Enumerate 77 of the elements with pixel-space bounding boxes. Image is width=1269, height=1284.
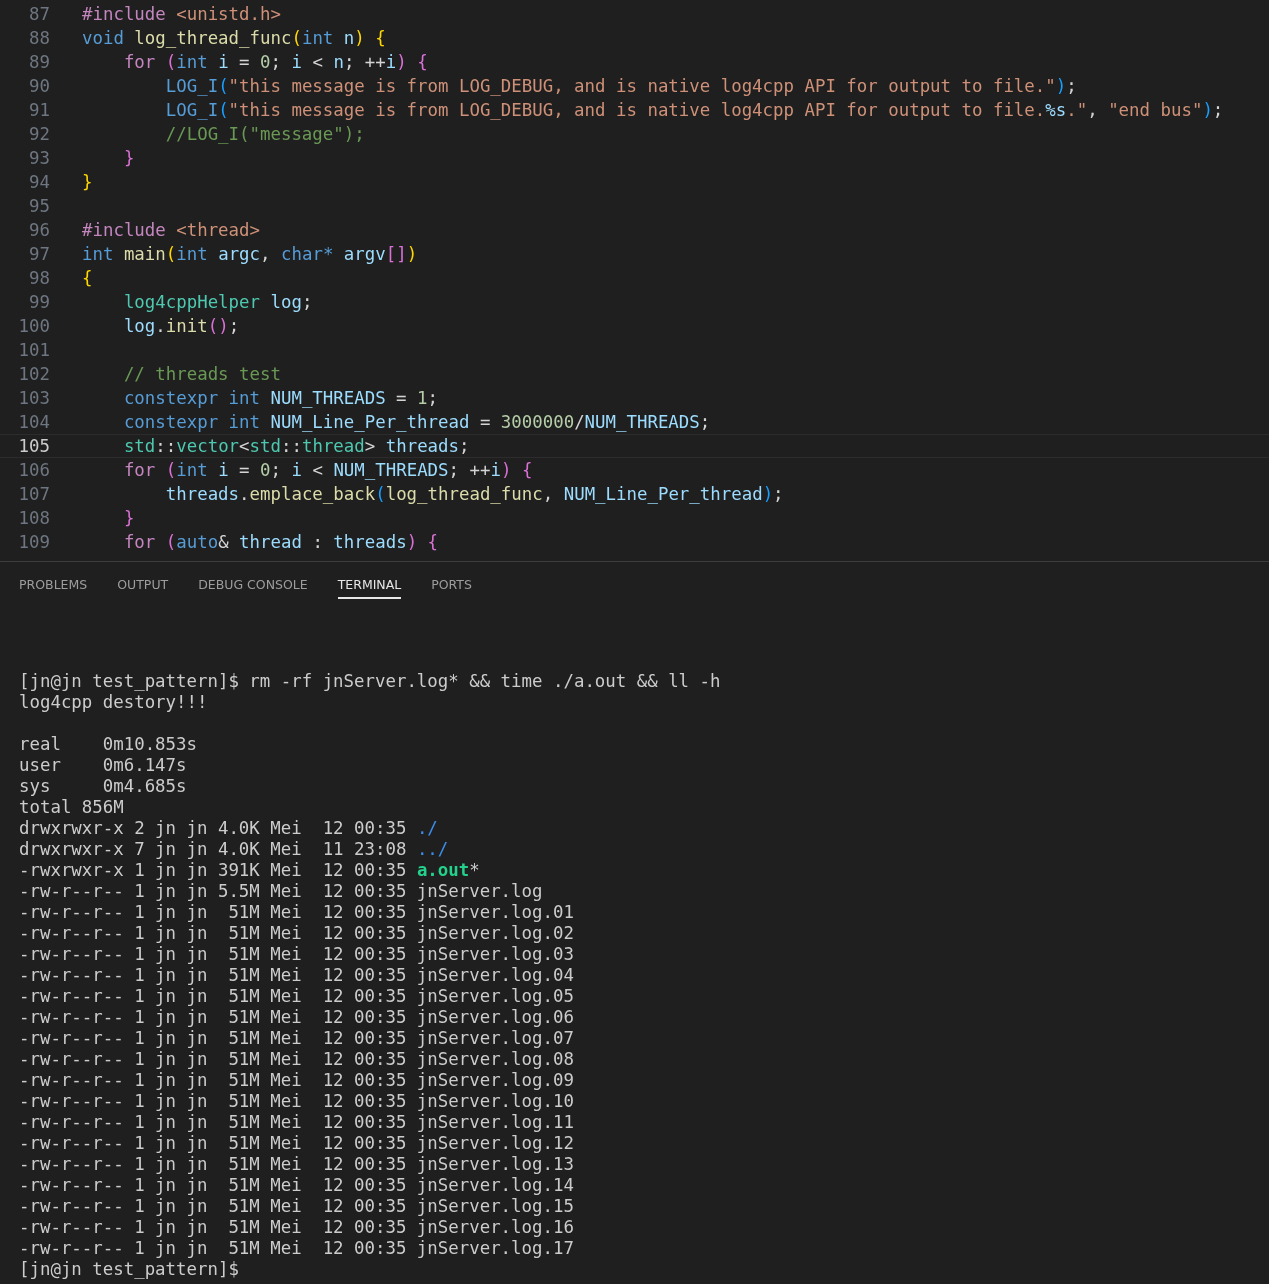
line-number: 89 — [28, 51, 50, 74]
line-number: 101 — [17, 339, 50, 362]
line-number: 99 — [28, 291, 50, 314]
terminal-line: -rw-r--r-- 1 jn jn 51M Mei 12 00:35 jnServer.log.04 — [19, 965, 575, 986]
code-line: #include <thread> — [82, 219, 260, 242]
terminal-line: total 856M — [19, 797, 125, 818]
terminal-line: -rw-r--r-- 1 jn jn 51M Mei 12 00:35 jnServer.log.06 — [19, 1007, 575, 1028]
code-line: } — [82, 171, 93, 194]
line-number: 106 — [17, 459, 50, 482]
panel-tab[interactable]: DEBUG CONSOLE — [198, 574, 308, 599]
code-line: { — [82, 267, 93, 290]
terminal-line: -rw-r--r-- 1 jn jn 51M Mei 12 00:35 jnServer.log.17 — [19, 1238, 575, 1259]
terminal-line: -rw-r--r-- 1 jn jn 51M Mei 12 00:35 jnServer.log.15 — [19, 1196, 575, 1217]
terminal-line: sys 0m4.685s — [19, 776, 188, 797]
code-line: for (int i = 0; i < NUM_THREADS; ++i) { — [122, 459, 533, 482]
line-number: 107 — [17, 483, 50, 506]
terminal-line: log4cpp destory!!! — [19, 692, 209, 713]
line-number: 105 — [17, 435, 50, 458]
terminal-line: -rw-r--r-- 1 jn jn 51M Mei 12 00:35 jnServer.log.10 — [19, 1091, 575, 1112]
panel-tab[interactable]: TERMINAL — [337, 574, 402, 599]
code-line: for (auto& thread : threads) { — [122, 531, 439, 554]
panel-tab[interactable]: PORTS — [431, 574, 472, 599]
line-number: 100 — [17, 315, 50, 338]
line-number: 95 — [28, 195, 50, 218]
line-number: 108 — [17, 507, 50, 530]
terminal-line: -rw-r--r-- 1 jn jn 5.5M Mei 12 00:35 jnServer.log — [19, 881, 544, 902]
code-line: } — [122, 507, 135, 530]
terminal-line: [jn@jn test_pattern]$ — [19, 1259, 240, 1280]
terminal-line: -rw-r--r-- 1 jn jn 51M Mei 12 00:35 jnServer.log.08 — [19, 1049, 575, 1070]
code-line: void log_thread_func(int n) { — [82, 27, 386, 50]
terminal-line: -rwxrwxr-x 1 jn jn 391K Mei 12 00:35 a.out* — [19, 860, 481, 881]
code-line: #include <unistd.h> — [82, 3, 281, 26]
terminal-line: real 0m10.853s — [19, 734, 198, 755]
terminal-line: -rw-r--r-- 1 jn jn 51M Mei 12 00:35 jnServer.log.12 — [19, 1133, 575, 1154]
code-line: log.init(); — [122, 315, 240, 338]
terminal-line: -rw-r--r-- 1 jn jn 51M Mei 12 00:35 jnServer.log.01 — [19, 902, 575, 923]
code-line: threads.emplace_back(log_thread_func, NUM_Line_Per_thread); — [164, 483, 784, 506]
code-line: //LOG_I("message"); — [164, 123, 365, 146]
terminal-line: -rw-r--r-- 1 jn jn 51M Mei 12 00:35 jnServer.log.09 — [19, 1070, 575, 1091]
line-number: 102 — [17, 363, 50, 386]
line-number: 104 — [17, 411, 50, 434]
terminal-line: -rw-r--r-- 1 jn jn 51M Mei 12 00:35 jnServer.log.07 — [19, 1028, 575, 1049]
code-line: constexpr int NUM_THREADS = 1; — [122, 387, 439, 410]
code-line: int main(int argc, char* argv[]) — [82, 243, 418, 266]
line-number: 91 — [28, 99, 50, 122]
line-number: 88 — [28, 27, 50, 50]
terminal-line: -rw-r--r-- 1 jn jn 51M Mei 12 00:35 jnServer.log.16 — [19, 1217, 575, 1238]
terminal-line: drwxrwxr-x 7 jn jn 4.0K Mei 11 23:08 ../ — [19, 839, 450, 860]
terminal-line: user 0m6.147s — [19, 755, 188, 776]
code-line: LOG_I("this message is from LOG_DEBUG, and is native log4cpp API for output to file.%s.", "end bus"); — [164, 99, 1224, 122]
line-number: 109 — [17, 531, 50, 554]
terminal-line: -rw-r--r-- 1 jn jn 51M Mei 12 00:35 jnServer.log.13 — [19, 1154, 575, 1175]
code-line: log4cppHelper log; — [122, 291, 313, 314]
terminal-line: [jn@jn test_pattern]$ rm -rf jnServer.log* && time ./a.out && ll -h — [19, 671, 722, 692]
code-line: } — [122, 147, 135, 170]
terminal-line: drwxrwxr-x 2 jn jn 4.0K Mei 12 00:35 ./ — [19, 818, 439, 839]
line-number: 94 — [28, 171, 50, 194]
line-number: 97 — [28, 243, 50, 266]
terminal-line: -rw-r--r-- 1 jn jn 51M Mei 12 00:35 jnServer.log.14 — [19, 1175, 575, 1196]
line-number: 103 — [17, 387, 50, 410]
line-number: 93 — [28, 147, 50, 170]
code-line: LOG_I("this message is from LOG_DEBUG, and is native log4cpp API for output to file."); — [164, 75, 1077, 98]
line-number: 92 — [28, 123, 50, 146]
terminal-line: -rw-r--r-- 1 jn jn 51M Mei 12 00:35 jnServer.log.03 — [19, 944, 575, 965]
panel-tab[interactable]: PROBLEMS — [19, 574, 88, 599]
terminal-line: -rw-r--r-- 1 jn jn 51M Mei 12 00:35 jnServer.log.02 — [19, 923, 575, 944]
code-line: for (int i = 0; i < n; ++i) { — [122, 51, 428, 74]
line-number: 96 — [28, 219, 50, 242]
terminal-line: -rw-r--r-- 1 jn jn 51M Mei 12 00:35 jnServer.log.05 — [19, 986, 575, 1007]
panel-tab[interactable]: OUTPUT — [117, 574, 169, 599]
terminal-line: -rw-r--r-- 1 jn jn 51M Mei 12 00:35 jnServer.log.11 — [19, 1112, 575, 1133]
line-number: 87 — [28, 3, 50, 26]
line-number: 90 — [28, 75, 50, 98]
code-line: // threads test — [122, 363, 281, 386]
code-line: std::vector<std::thread> threads; — [122, 435, 470, 458]
code-line: constexpr int NUM_Line_Per_thread = 3000000/NUM_THREADS; — [122, 411, 711, 434]
line-number: 98 — [28, 267, 50, 290]
